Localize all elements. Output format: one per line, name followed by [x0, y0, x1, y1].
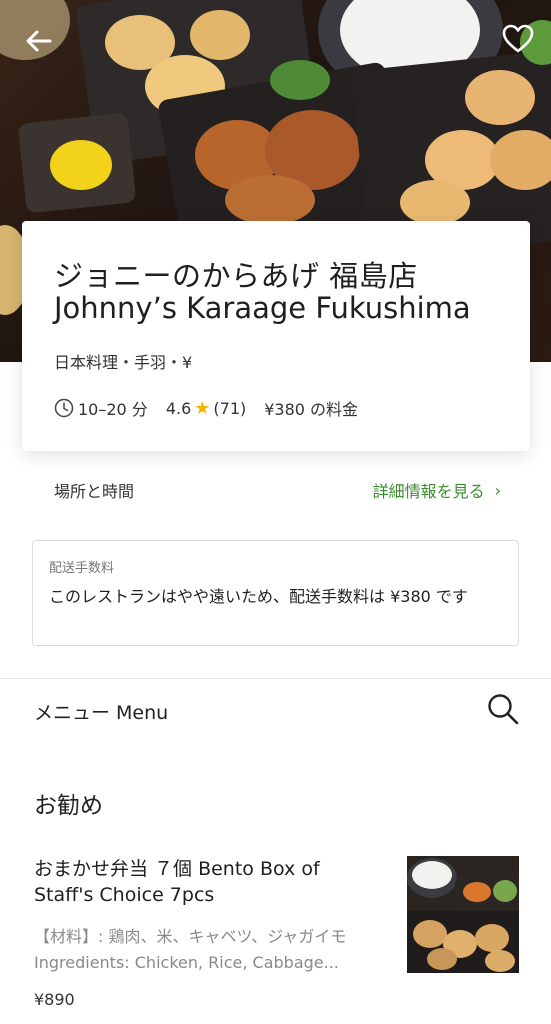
clock-icon	[54, 398, 74, 418]
divider	[0, 678, 551, 679]
delivery-fee-notice: 配送手数料 このレストランはやや遠いため、配送手数料は ¥380 です	[32, 540, 519, 646]
hero-karaage	[225, 175, 315, 225]
cuisine-tags: 日本料理・手羽・¥	[54, 353, 193, 372]
hero-karaage	[190, 10, 250, 60]
menu-item-description: 【材料】: 鶏肉、米、キャベツ、ジャガイモ Ingredients: Chick…	[34, 927, 347, 972]
hero-karaage	[490, 130, 551, 190]
thumb-karaage	[475, 924, 509, 952]
hero-karaage	[465, 70, 535, 125]
star-icon: ★	[194, 397, 211, 419]
delivery-time: 10–20 分	[78, 400, 148, 419]
chevron-right-icon: ›	[494, 480, 501, 500]
thumb-rice	[412, 861, 452, 889]
hero-karaage	[400, 180, 470, 225]
restaurant-name-en: Johnny’s Karaage Fukushima	[54, 291, 471, 325]
restaurant-info-card: ジョニーのからあげ 福島店 Johnny’s Karaage Fukushima…	[22, 221, 530, 451]
thumb-karaage	[485, 950, 515, 972]
hero-greens	[270, 60, 330, 100]
delivery-fee: ¥380 の料金	[264, 400, 359, 419]
fee-notice-text: このレストランはやや遠いため、配送手数料は ¥380 です	[49, 587, 468, 606]
hero-pickles	[50, 140, 112, 190]
fee-notice-title: 配送手数料	[49, 561, 115, 576]
menu-item-name: おまかせ弁当 ７個 Bento Box of Staff's Choice 7p…	[34, 858, 320, 906]
menu-item-price: ¥890	[34, 990, 75, 1009]
view-details-link[interactable]: 詳細情報を見る ›	[373, 478, 501, 502]
location-hours-label: 場所と時間	[54, 482, 135, 501]
thumb-karaage	[427, 948, 457, 970]
restaurant-meta-row: 10–20 分 4.6 ★ (71) ¥380 の料金	[54, 395, 358, 421]
thumb-greens	[493, 880, 517, 902]
rating-count: (71)	[213, 398, 247, 418]
view-details-label: 詳細情報を見る	[372, 482, 485, 501]
restaurant-name-jp: ジョニーのからあげ 福島店	[54, 259, 418, 293]
heart-icon[interactable]	[501, 22, 535, 56]
menu-item-image	[407, 856, 519, 973]
rating-value: 4.6	[165, 398, 192, 418]
back-arrow-icon[interactable]	[22, 24, 56, 58]
search-icon[interactable]	[486, 692, 520, 726]
section-title-recommended: お勧め	[34, 793, 103, 819]
thumb-pickles	[463, 882, 491, 902]
menu-label: メニュー Menu	[34, 702, 169, 724]
thumb-karaage	[413, 920, 447, 948]
